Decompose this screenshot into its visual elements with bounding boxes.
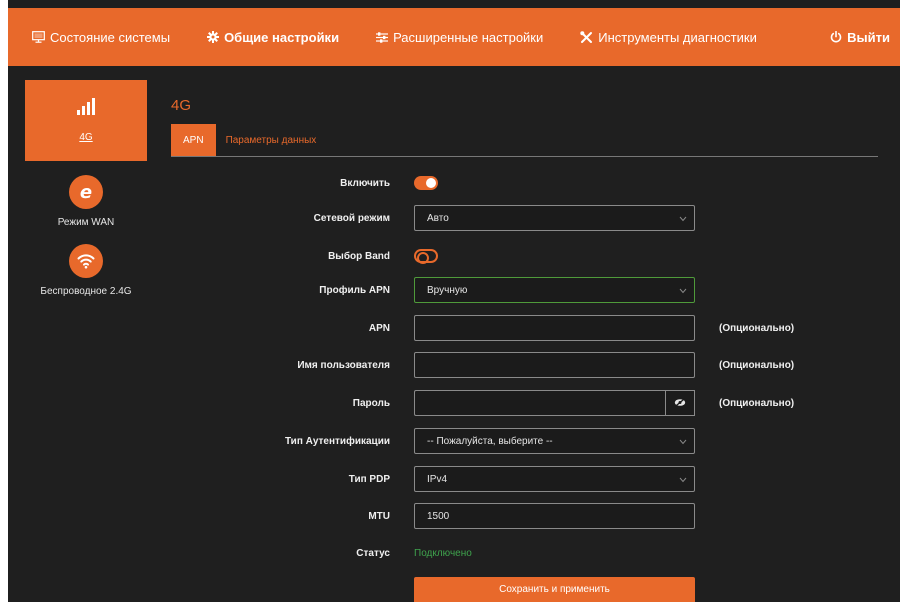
status-label: Статус [356, 547, 390, 559]
enable-label: Включить [340, 177, 390, 189]
nav-advanced-settings[interactable]: Расширенные настройки [376, 30, 543, 45]
internet-e-icon: e [69, 175, 103, 209]
apn-label: APN [368, 322, 390, 334]
username-optional-hint: (Опционально) [719, 359, 795, 371]
sliders-icon [376, 31, 389, 43]
form-row-status: Статус Подключено [150, 540, 472, 566]
password-label: Пароль [352, 397, 390, 409]
username-input[interactable] [414, 352, 695, 378]
form-row-password: Пароль (Опционально) [150, 390, 794, 416]
nav-label: Состояние системы [50, 29, 171, 45]
network-mode-select[interactable]: Авто [414, 205, 695, 231]
mtu-input[interactable]: 1500 [414, 503, 695, 529]
form-row-pdp-type: Тип PDP IPv4 [150, 466, 695, 492]
pdp-type-select[interactable]: IPv4 [414, 466, 695, 492]
tab-apn[interactable]: APN [171, 124, 216, 156]
chevron-down-icon [679, 475, 687, 486]
monitor-icon [32, 31, 45, 43]
chevron-down-icon [679, 214, 687, 225]
tools-icon [580, 30, 593, 44]
form-row-apn-profile: Профиль APN Вручную [150, 277, 695, 303]
sidebar-item-wireless-24g[interactable]: Беспроводное 2.4G [25, 244, 147, 297]
password-optional-hint: (Опционально) [719, 397, 795, 409]
sidebar-item-label: 4G [79, 132, 93, 143]
apn-optional-hint: (Опционально) [719, 322, 795, 334]
password-input[interactable] [414, 390, 665, 416]
nav-label: Общие настройки [224, 29, 340, 45]
signal-bars-icon [77, 98, 95, 120]
logout-label: Выйти [847, 29, 890, 45]
chevron-down-icon [679, 437, 687, 448]
save-apply-button[interactable]: Сохранить и применить [414, 577, 695, 602]
sidebar: 4G e Режим WAN Беспроводное 2.4G [25, 80, 147, 297]
wifi-icon [69, 244, 103, 278]
apn-profile-label: Профиль APN [319, 284, 390, 296]
nav-label: Расширенные настройки [393, 29, 544, 45]
sidebar-item-4g[interactable]: 4G [25, 80, 147, 161]
band-select-toggle[interactable] [414, 249, 438, 264]
page-title: 4G [171, 97, 192, 114]
nav-general-settings[interactable]: Общие настройки [207, 30, 339, 45]
logout-button[interactable]: Выйти [830, 30, 890, 45]
apn-input[interactable] [414, 315, 695, 341]
auth-type-label: Тип Аутентификации [284, 435, 390, 447]
form-row-network-mode: Сетевой режим Авто [150, 205, 695, 231]
sidebar-item-label: Режим WAN [57, 217, 115, 228]
auth-type-value: -- Пожалуйста, выберите -- [427, 435, 553, 447]
form-row-username: Имя пользователя (Опционально) [150, 352, 794, 378]
pdp-type-label: Тип PDP [348, 473, 390, 485]
top-nav: Состояние системы Общие настройки Расшир… [8, 8, 900, 66]
tab-data-parameters[interactable]: Параметры данных [216, 124, 329, 156]
mtu-label: MTU [368, 510, 390, 522]
form-row-band-select: Выбор Band [150, 243, 438, 269]
nav-system-status[interactable]: Состояние системы [32, 30, 170, 45]
apn-profile-select[interactable]: Вручную [414, 277, 695, 303]
sidebar-item-wan-mode[interactable]: e Режим WAN [25, 175, 147, 228]
pdp-type-value: IPv4 [427, 473, 448, 485]
sidebar-item-label: Беспроводное 2.4G [40, 286, 132, 297]
apn-profile-value: Вручную [427, 284, 468, 296]
status-value: Подключено [414, 547, 472, 559]
gear-icon [207, 31, 220, 43]
power-icon [830, 31, 842, 43]
enable-toggle[interactable] [414, 176, 438, 190]
svg-text:e: e [80, 182, 92, 202]
nav-label: Инструменты диагностики [598, 29, 757, 45]
nav-diagnostic-tools[interactable]: Инструменты диагностики [580, 30, 757, 45]
tab-bar: APN Параметры данных [171, 124, 878, 157]
eye-slash-icon [674, 394, 686, 412]
band-select-label: Выбор Band [328, 250, 390, 262]
username-label: Имя пользователя [297, 359, 390, 371]
form-row-mtu: MTU 1500 [150, 503, 695, 529]
show-password-button[interactable] [665, 390, 695, 416]
network-mode-value: Авто [427, 212, 449, 224]
auth-type-select[interactable]: -- Пожалуйста, выберите -- [414, 428, 695, 454]
form-row-auth-type: Тип Аутентификации -- Пожалуйста, выбери… [150, 428, 695, 454]
form-row-enable: Включить [150, 170, 438, 196]
form-row-apn: APN (Опционально) [150, 315, 794, 341]
network-mode-label: Сетевой режим [313, 212, 390, 224]
chevron-down-icon [679, 286, 687, 297]
